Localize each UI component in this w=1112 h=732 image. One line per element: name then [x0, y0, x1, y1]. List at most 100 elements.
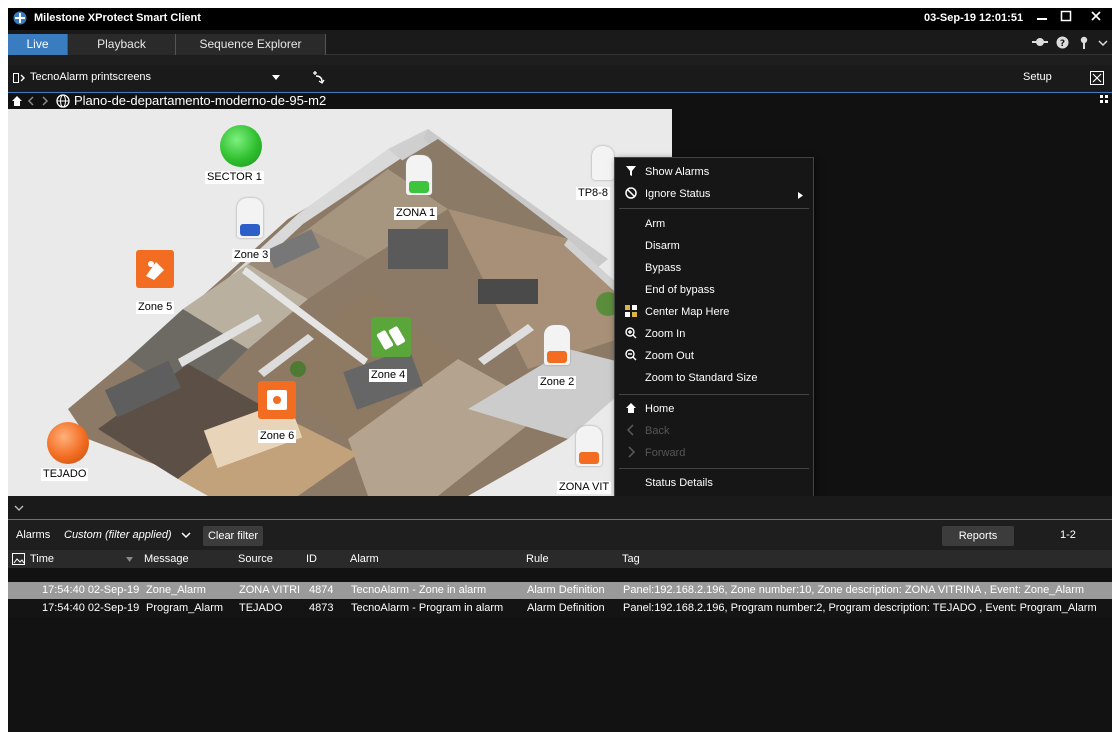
menu-separator [619, 208, 809, 209]
menu-zoom-standard[interactable]: Zoom to Standard Size [615, 368, 813, 390]
image-column-icon[interactable] [12, 553, 25, 565]
maximize-button[interactable] [1055, 9, 1077, 27]
menu-end-of-bypass[interactable]: End of bypass [615, 280, 813, 302]
zona1-detector-icon[interactable] [406, 155, 432, 195]
map-navigation-bar: Plano-de-departamento-moderno-de-95-m2 [8, 92, 1112, 109]
maximize-icon [1060, 10, 1072, 22]
panel-splitter[interactable] [8, 496, 1112, 520]
tejado-label: TEJADO [41, 468, 89, 481]
zone2-detector-icon[interactable] [544, 325, 570, 365]
alarm-row[interactable]: 17:54:40 02-Sep-19 Program_Alarm TEJADO … [8, 600, 1112, 617]
view-action-icon[interactable] [311, 70, 325, 84]
tp8-detector-icon[interactable] [592, 146, 614, 180]
grid-menu-icon[interactable] [1100, 95, 1109, 104]
zone3-label: Zone 3 [232, 249, 271, 262]
alarm-list-header: Time Message Source ID Alarm Rule Tag [8, 550, 1112, 568]
view-toolbar: TecnoAlarm printscreens Setup [8, 65, 1112, 91]
pane-toggle-icon[interactable] [13, 73, 27, 83]
clock: 03-Sep-19 12:01:51 [924, 12, 1024, 24]
title-bar: Milestone XProtect Smart Client 03-Sep-1… [8, 8, 1112, 30]
smart-client-window: Milestone XProtect Smart Client 03-Sep-1… [8, 8, 1112, 732]
floor-plan-map[interactable]: SECTOR 1 ZONA 1 Zone 3 Zone 5 Zone 4 Zon… [8, 109, 672, 496]
map-context-menu: Show Alarms Ignore Status Arm Disarm Byp… [614, 157, 814, 497]
map-forward-icon[interactable] [41, 96, 49, 106]
zone6-sensor-icon[interactable] [258, 381, 296, 419]
tab-sequence-explorer[interactable]: Sequence Explorer [176, 34, 326, 55]
collapse-chevron-icon[interactable] [14, 504, 24, 512]
milestone-logo-icon [13, 11, 27, 25]
setup-button[interactable]: Setup [1023, 71, 1052, 83]
fullscreen-icon[interactable] [1090, 71, 1104, 85]
menu-home[interactable]: Home [615, 399, 813, 421]
zone4-sensor-icon[interactable] [371, 317, 411, 357]
grid-icon [623, 305, 639, 321]
alarm-toolbar: Alarms Custom (filter applied) Clear fil… [8, 521, 1112, 549]
zone4-label: Zone 4 [369, 369, 408, 382]
map-home-icon[interactable] [11, 95, 23, 107]
menu-back: Back [615, 421, 813, 443]
zone6-label: Zone 6 [258, 430, 297, 443]
menu-disarm[interactable]: Disarm [615, 236, 813, 258]
column-header-alarm[interactable]: Alarm [350, 550, 379, 568]
close-button[interactable] [1085, 9, 1107, 27]
minimize-icon [1037, 18, 1047, 20]
sort-desc-icon [126, 557, 133, 562]
menu-status-details[interactable]: Status Details [615, 473, 813, 495]
menu-ignore-status[interactable]: Ignore Status [615, 184, 813, 206]
tp8-label: TP8-8 [576, 187, 610, 200]
map-breadcrumb: Plano-de-departamento-moderno-de-95-m2 [74, 93, 327, 108]
clear-filter-button[interactable]: Clear filter [203, 526, 263, 546]
tab-live[interactable]: Live [8, 34, 68, 55]
svg-text:?: ? [1060, 39, 1065, 49]
alarms-title: Alarms [16, 529, 51, 541]
sector1-label: SECTOR 1 [205, 171, 264, 184]
menu-center-map-here[interactable]: Center Map Here [615, 302, 813, 324]
back-icon [623, 424, 639, 440]
menu-separator [619, 394, 809, 395]
alarm-row[interactable]: 17:54:40 02-Sep-19 Zone_Alarm ZONA VITRI… [8, 582, 1112, 599]
column-header-id[interactable]: ID [306, 550, 317, 568]
menu-arm[interactable]: Arm [615, 214, 813, 236]
reports-button[interactable]: Reports [942, 526, 1014, 546]
window-title: Milestone XProtect Smart Client [34, 12, 201, 24]
menu-show-alarms[interactable]: Show Alarms [615, 162, 813, 184]
column-header-tag[interactable]: Tag [622, 550, 640, 568]
map-viewport: SECTOR 1 ZONA 1 Zone 3 Zone 5 Zone 4 Zon… [8, 109, 1112, 496]
column-header-message[interactable]: Message [144, 550, 189, 568]
menu-zoom-out[interactable]: Zoom Out [615, 346, 813, 368]
menu-separator [619, 468, 809, 469]
column-header-time[interactable]: Time [30, 550, 54, 568]
menu-zoom-in[interactable]: Zoom In [615, 324, 813, 346]
submenu-arrow-icon [798, 192, 803, 199]
zona-vitrina-detector-icon[interactable] [576, 426, 602, 466]
help-icon[interactable]: ? [1056, 36, 1069, 52]
zone3-detector-icon[interactable] [237, 198, 263, 238]
workspace-tabs: Live Playback Sequence Explorer ? [8, 30, 1112, 55]
view-dropdown-icon[interactable] [272, 75, 280, 81]
globe-icon [56, 94, 70, 108]
zone5-sensor-icon[interactable] [136, 250, 174, 288]
close-icon [1091, 11, 1101, 21]
tab-playback[interactable]: Playback [68, 34, 176, 55]
floor-plan-image [8, 109, 672, 496]
sector1-status-circle[interactable] [220, 125, 262, 167]
tejado-status-circle[interactable] [47, 422, 89, 464]
column-header-rule[interactable]: Rule [526, 550, 549, 568]
alarm-page-range: 1-2 [1060, 529, 1076, 541]
forward-icon [623, 446, 639, 462]
minimize-button[interactable] [1031, 9, 1053, 27]
chevron-down-icon[interactable] [1098, 36, 1108, 51]
map-back-icon[interactable] [27, 96, 35, 106]
zona1-label: ZONA 1 [394, 207, 438, 220]
key-icon[interactable] [1079, 36, 1089, 53]
zone2-label: Zone 2 [538, 376, 577, 389]
funnel-icon [623, 165, 639, 181]
home-icon [623, 402, 639, 418]
alarm-list: Time Message Source ID Alarm Rule Tag 17… [8, 550, 1112, 732]
view-selector[interactable]: TecnoAlarm printscreens [30, 71, 151, 83]
alarm-filter-selector[interactable]: Custom (filter applied) [64, 529, 172, 541]
menu-bypass[interactable]: Bypass [615, 258, 813, 280]
filter-dropdown-icon[interactable] [181, 532, 191, 539]
column-header-source[interactable]: Source [238, 550, 273, 568]
connection-icon[interactable] [1032, 36, 1048, 51]
